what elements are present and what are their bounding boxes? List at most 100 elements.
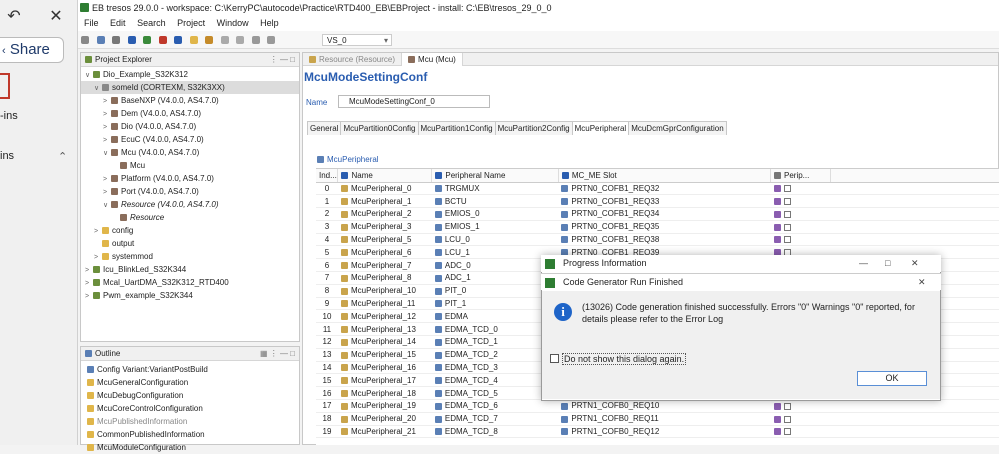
tree-item[interactable]: > Platform (V4.0.0, AS4.7.0) — [81, 172, 299, 185]
table-row[interactable]: 18 McuPeripheral_20 EDMA_TCD_7 PRTN1_COFB0_… — [316, 412, 999, 426]
settings-icon[interactable] — [127, 36, 136, 44]
cell-icon — [340, 249, 348, 257]
column-mc-me-slot[interactable]: MC_ME Slot — [558, 169, 772, 183]
column-peripheral-enable[interactable]: Perip... — [770, 169, 831, 183]
outline-item[interactable]: McuCoreControlConfiguration — [81, 402, 299, 415]
peripheral-enable-checkbox[interactable] — [783, 236, 791, 244]
forward-icon[interactable] — [236, 36, 245, 44]
subtab[interactable]: McuPartition1Config — [417, 121, 496, 135]
calc-icon — [773, 198, 781, 206]
generate-icon[interactable] — [143, 36, 152, 44]
peripheral-enable-checkbox[interactable] — [783, 223, 791, 231]
peripheral-enable-checkbox[interactable] — [783, 185, 791, 193]
pin-icon[interactable] — [251, 36, 260, 44]
tree-item[interactable]: > BaseNXP (V4.0.0, AS4.7.0) — [81, 94, 299, 107]
ok-button[interactable]: OK — [857, 371, 927, 386]
menu-project[interactable]: Project — [177, 18, 205, 28]
module-icon[interactable] — [205, 36, 214, 44]
subtab[interactable]: McuPartition2Config — [494, 121, 573, 135]
maximize-icon[interactable]: □ — [885, 255, 890, 272]
tree-item[interactable]: > Dio (V4.0.0, AS4.7.0) — [81, 120, 299, 133]
calc-icon — [773, 223, 781, 231]
tree-item-label: Icu_BlinkLed_S32K344 — [103, 265, 187, 274]
menu-help[interactable]: Help — [260, 18, 279, 28]
minimize-icon[interactable]: — — [859, 255, 868, 272]
tree-item[interactable]: > Icu_BlinkLed_S32K344 — [81, 263, 299, 276]
cell-text: McuPeripheral_3 — [350, 222, 412, 232]
column-name[interactable]: Name — [337, 169, 433, 183]
do-not-show-checkbox[interactable] — [550, 354, 559, 363]
expand-arrow-icon[interactable]: > — [85, 290, 93, 303]
outline-item[interactable]: McuModuleConfiguration — [81, 441, 299, 454]
view-menu-icon[interactable]: ⋮ — □ — [270, 53, 295, 67]
tree-item[interactable]: output — [81, 237, 299, 250]
tree-item[interactable]: Mcu — [81, 159, 299, 172]
tree-item[interactable]: ∨ Mcu (V4.0.0, AS4.7.0) — [81, 146, 299, 159]
outline-item[interactable]: McuDebugConfiguration — [81, 389, 299, 402]
tree-item[interactable]: > Dem (V4.0.0, AS4.7.0) — [81, 107, 299, 120]
do-not-show-label[interactable]: Do not show this dialog again. — [562, 353, 687, 365]
dialog-close-icon[interactable]: ✕ — [918, 274, 926, 291]
table-row[interactable]: 4 McuPeripheral_5 LCU_0 PRTN0_COFB1_REQ38 — [316, 233, 999, 247]
menu-search[interactable]: Search — [137, 18, 166, 28]
back-icon[interactable] — [220, 36, 229, 44]
outline-item[interactable]: McuPublishedInformation — [81, 415, 299, 428]
column-peripheral-name[interactable]: Peripheral Name — [431, 169, 559, 183]
column-index[interactable]: Ind... — [316, 169, 339, 183]
name-input[interactable]: McuModeSettingConf_0 — [338, 95, 490, 108]
tab-resource[interactable]: Resource (Resource) — [303, 53, 403, 66]
filter-icon[interactable] — [267, 36, 276, 44]
peripheral-enable-checkbox[interactable] — [783, 210, 791, 218]
table-row[interactable]: 19 McuPeripheral_21 EDMA_TCD_8 PRTN1_COFB0_… — [316, 425, 999, 439]
tree-item[interactable]: ∨ someId (CORTEXM, S32K3XX) — [81, 81, 299, 94]
tree-item[interactable]: > Pwm_example_S32K344 — [81, 289, 299, 302]
menu-file[interactable]: File — [84, 18, 99, 28]
table-row[interactable]: 3 McuPeripheral_3 EMIOS_1 PRTN0_COFB1_REQ35 — [316, 220, 999, 234]
variant-select[interactable]: VS_0 ▾ — [322, 34, 392, 46]
outline-item-label: McuPublishedInformation — [97, 417, 188, 426]
verify-icon[interactable] — [158, 36, 167, 44]
tree-item[interactable]: > Mcal_UartDMA_S32K312_RTD400 — [81, 276, 299, 289]
menu-window[interactable]: Window — [217, 18, 249, 28]
addins-icon[interactable] — [0, 73, 10, 99]
save-icon[interactable] — [96, 36, 105, 44]
progress-close-icon[interactable]: ✕ — [911, 255, 919, 272]
new-icon[interactable] — [81, 36, 89, 44]
tree-item[interactable]: > EcuC (V4.0.0, AS4.7.0) — [81, 133, 299, 146]
subtab[interactable]: McuPeripheral — [571, 121, 630, 135]
undo-icon[interactable]: ↶ — [2, 5, 26, 29]
table-row[interactable]: 2 McuPeripheral_2 EMIOS_0 PRTN0_COFB1_REQ34 — [316, 207, 999, 221]
peripheral-enable-checkbox[interactable] — [783, 428, 791, 436]
tree-item[interactable]: > systemmod — [81, 250, 299, 263]
share-button[interactable]: ‹ Share — [0, 37, 64, 63]
table-row[interactable]: 1 McuPeripheral_1 BCTU PRTN0_COFB1_REQ33 — [316, 194, 999, 209]
subtab[interactable]: McuDcmGprConfiguration — [628, 121, 727, 135]
peripheral-enable-checkbox[interactable] — [783, 198, 791, 206]
tree-item[interactable]: ∨ Dio_Example_S32K312 — [81, 68, 299, 81]
tree-item-label: Pwm_example_S32K344 — [103, 291, 193, 300]
subtab[interactable]: General — [307, 121, 342, 135]
collapse-ribbon-icon[interactable]: ⌃ — [58, 150, 67, 163]
refresh-icon[interactable] — [189, 36, 198, 44]
tree-item[interactable]: > Port (V4.0.0, AS4.7.0) — [81, 185, 299, 198]
tab-mcu[interactable]: Mcu (Mcu) — [402, 53, 463, 66]
tree-item[interactable]: > config — [81, 224, 299, 237]
outline-item[interactable]: Config Variant:VariantPostBuild — [81, 363, 299, 376]
tree-item[interactable]: ∨ Resource (V4.0.0, AS4.7.0) — [81, 198, 299, 211]
menu-edit[interactable]: Edit — [110, 18, 126, 28]
peripheral-enable-checkbox[interactable] — [783, 415, 791, 423]
peripheral-enable-checkbox[interactable] — [783, 402, 791, 410]
outline-item[interactable]: McuGeneralConfiguration — [81, 376, 299, 389]
outline-view-menu-icon[interactable]: ▦ ⋮ — □ — [260, 347, 295, 361]
close-icon[interactable]: ✕ — [44, 5, 68, 29]
table-row[interactable]: 17 McuPeripheral_19 EDMA_TCD_6 PRTN1_COFB0_… — [316, 399, 999, 413]
eb-tresos-app-icon — [80, 3, 89, 12]
cell-index: 11 — [316, 322, 338, 337]
import-icon[interactable] — [174, 36, 183, 44]
table-row[interactable]: 0 McuPeripheral_0 TRGMUX PRTN0_COFB1_REQ32 — [316, 182, 999, 196]
outline-item-label: Config Variant:VariantPostBuild — [97, 365, 208, 374]
outline-item[interactable]: CommonPublishedInformation — [81, 428, 299, 441]
subtab[interactable]: McuPartition0Config — [340, 121, 419, 135]
print-icon[interactable] — [112, 36, 121, 44]
tree-item[interactable]: Resource — [81, 211, 299, 224]
